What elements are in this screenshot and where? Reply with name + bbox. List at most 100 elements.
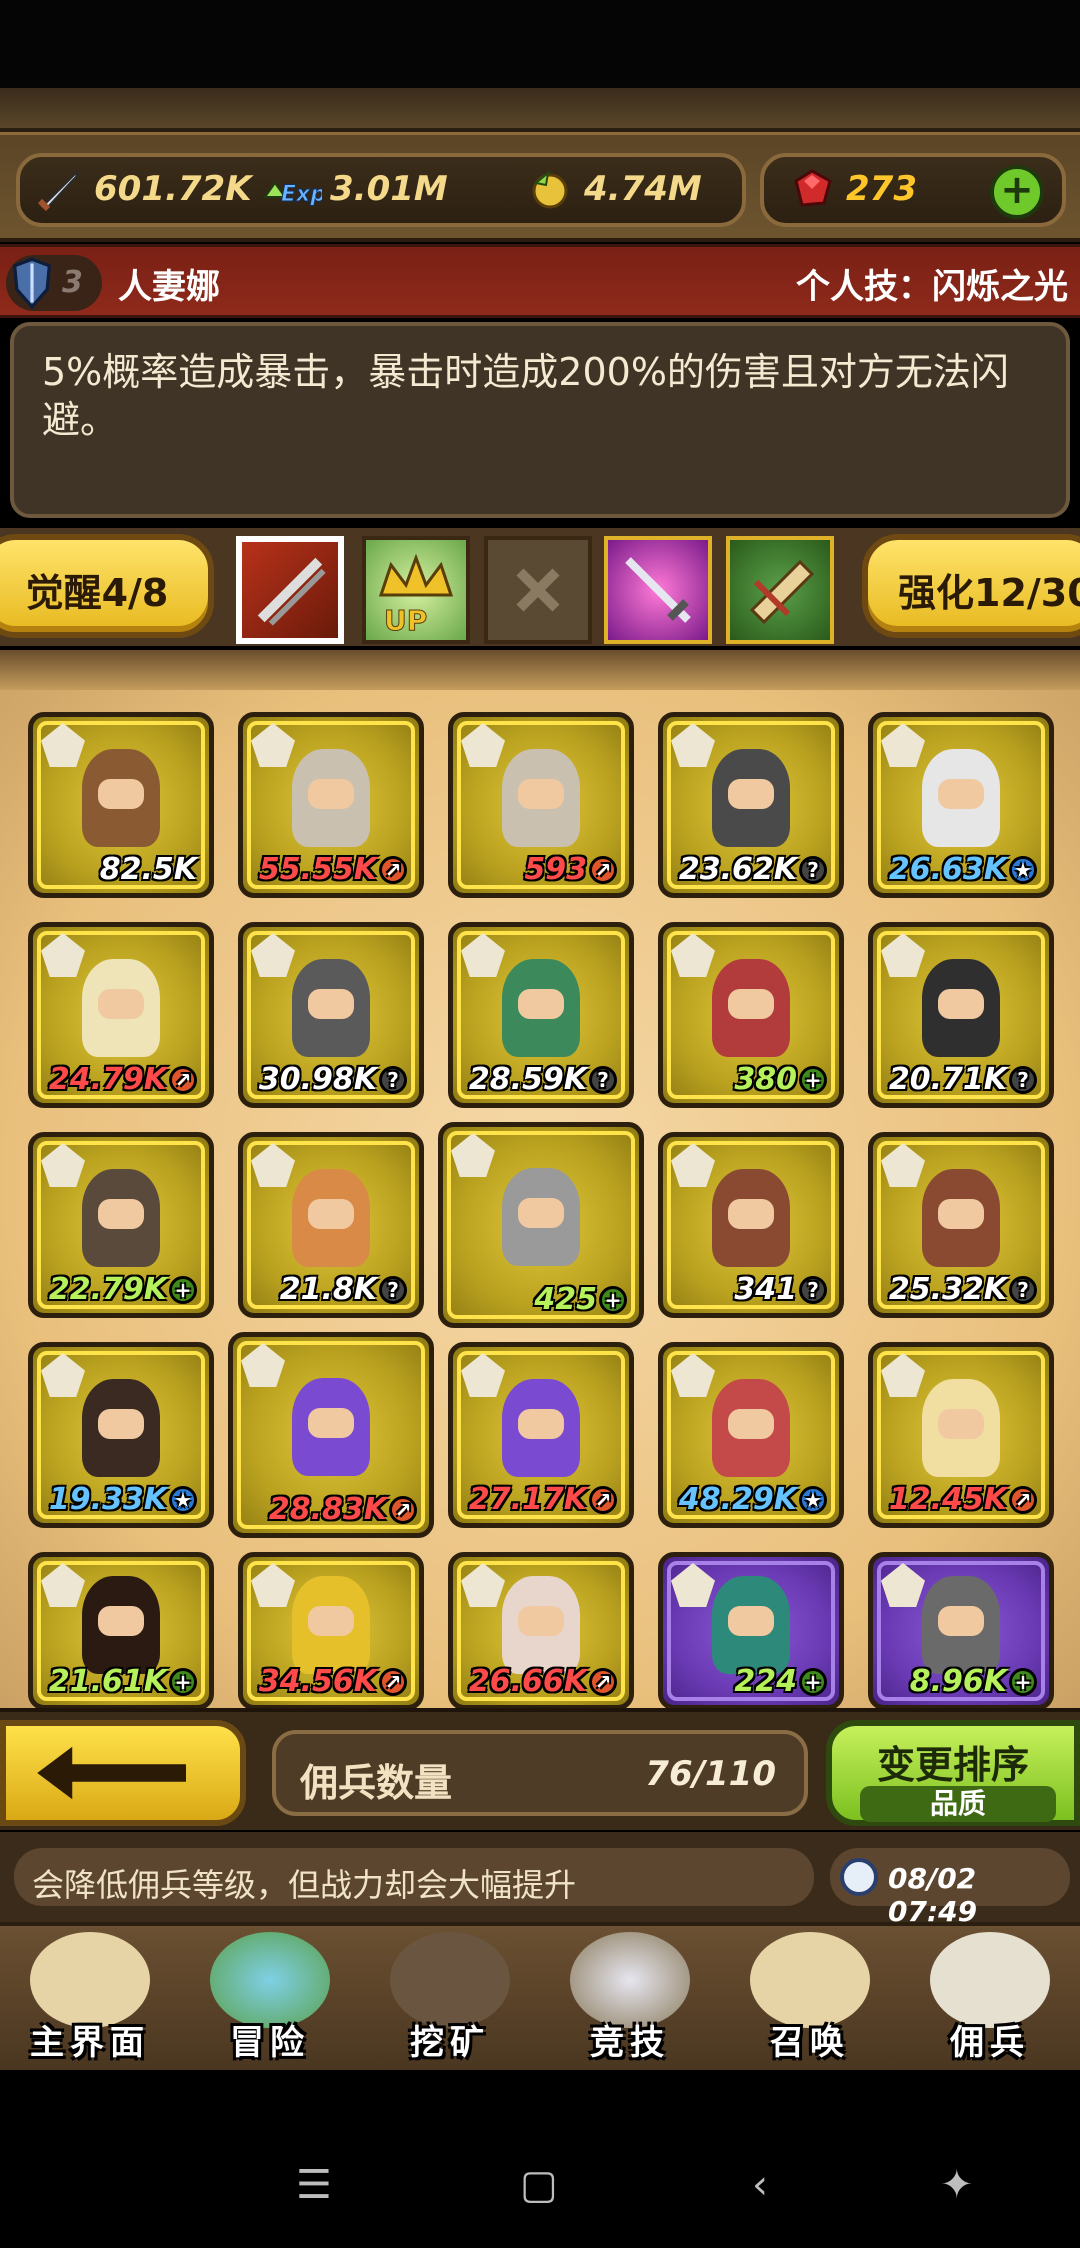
hero-power-value: 26.66K xyxy=(468,1664,587,1699)
hero-card[interactable]: 224 + xyxy=(658,1552,844,1710)
hero-card[interactable]: 12.45K ↗ xyxy=(868,1342,1054,1528)
hero-card[interactable]: 28.83K ↗ xyxy=(228,1332,434,1538)
hero-power: 425 + xyxy=(534,1282,627,1317)
hero-power: 23.62K? xyxy=(679,852,827,887)
hero-card[interactable]: 425 + xyxy=(438,1122,644,1328)
status-badge-icon: ↗ xyxy=(379,855,407,884)
hero-card[interactable]: 341? xyxy=(658,1132,844,1318)
hero-power: 25.32K? xyxy=(889,1272,1037,1307)
hero-card[interactable]: 25.32K? xyxy=(868,1132,1054,1318)
datetime-text: 08/02 07:49 xyxy=(888,1862,978,1928)
map-scroll-icon xyxy=(30,1932,150,2028)
status-badge-icon: ? xyxy=(379,1275,407,1304)
hero-card[interactable]: 8.96K + xyxy=(868,1552,1054,1710)
status-badge-icon: ? xyxy=(1009,1065,1037,1094)
hero-card[interactable]: 34.56K ↗ xyxy=(238,1552,424,1710)
nav-main[interactable]: 主界面 xyxy=(0,1926,180,2074)
nav-mercenary[interactable]: 佣兵 xyxy=(900,1926,1080,2074)
hero-card[interactable]: 48.29K ★ xyxy=(658,1342,844,1528)
hero-power: 30.98K? xyxy=(259,1062,407,1097)
add-gems-button[interactable]: + xyxy=(990,165,1044,219)
hero-grid: 82.5K 55.55K ↗ 593 ↗ 23.62K? 26.63K ★ 24.79K ↗ 30.… xyxy=(0,650,1080,1710)
status-badge-icon: ? xyxy=(379,1065,407,1094)
hero-avatar xyxy=(502,1378,580,1477)
hero-avatar xyxy=(82,748,160,847)
hero-avatar xyxy=(82,1168,160,1267)
hero-card[interactable]: 19.33K ★ xyxy=(28,1342,214,1528)
accessibility-icon[interactable]: ✦ xyxy=(940,2162,974,2208)
top-wood-border xyxy=(0,88,1080,132)
menu-icon[interactable]: ☰ xyxy=(296,2162,332,2208)
status-badge-icon: ? xyxy=(799,1275,827,1304)
hero-card[interactable]: 22.79K + xyxy=(28,1132,214,1318)
crossed-swords-icon xyxy=(570,1932,690,2028)
skill-scroll[interactable] xyxy=(726,536,834,644)
hero-power-value: 380 xyxy=(734,1062,797,1097)
hero-power: 48.29K ★ xyxy=(679,1482,827,1517)
hero-card[interactable]: 28.59K? xyxy=(448,922,634,1108)
home-icon[interactable]: ▢ xyxy=(520,2162,558,2208)
skill-level-up[interactable]: UP xyxy=(362,536,470,644)
hero-card[interactable]: 593 ↗ xyxy=(448,712,634,898)
status-badge-icon: ★ xyxy=(799,1485,827,1514)
hero-card[interactable]: 26.63K ★ xyxy=(868,712,1054,898)
rank-value: 3 xyxy=(62,265,83,300)
hero-card[interactable]: 30.98K? xyxy=(238,922,424,1108)
hero-avatar xyxy=(712,1378,790,1477)
resource-bar: 601.72K Exp 3.01M 4.74M 273 + xyxy=(0,132,1080,242)
rank-badge: 3 xyxy=(6,255,102,311)
hero-card[interactable]: 23.62K? xyxy=(658,712,844,898)
skill-empty-slot[interactable] xyxy=(484,536,592,644)
status-badge-icon: ? xyxy=(589,1065,617,1094)
hero-avatar xyxy=(82,1576,160,1675)
slash-icon xyxy=(257,557,326,626)
hero-power: 55.55K ↗ xyxy=(259,852,407,887)
status-badge-icon: + xyxy=(169,1275,197,1304)
hero-card[interactable]: 27.17K ↗ xyxy=(448,1342,634,1528)
change-sort-button[interactable]: 变更排序 品质 xyxy=(826,1720,1080,1826)
hero-power-value: 34.56K xyxy=(258,1664,377,1699)
ruby-icon xyxy=(794,169,832,207)
hero-avatar xyxy=(922,958,1000,1057)
hero-avatar xyxy=(502,958,580,1057)
hero-card[interactable]: 82.5K xyxy=(28,712,214,898)
hero-card[interactable]: 20.71K? xyxy=(868,922,1054,1108)
hero-card[interactable]: 21.8K? xyxy=(238,1132,424,1318)
hero-avatar xyxy=(292,1576,370,1675)
nav-adventure[interactable]: 冒险 xyxy=(180,1926,360,2074)
nav-summon-label: 召唤 xyxy=(770,2023,850,2063)
clock-pill: 08/02 07:49 xyxy=(830,1848,1070,1928)
hero-avatar xyxy=(712,958,790,1057)
nav-mine[interactable]: 挖矿 xyxy=(360,1926,540,2074)
awaken-button[interactable]: 觉醒4/8 xyxy=(0,534,214,638)
skill-slash[interactable] xyxy=(236,536,344,644)
hero-card[interactable]: 21.61K + xyxy=(28,1552,214,1710)
hero-power-value: 28.59K xyxy=(468,1062,587,1097)
enhance-button[interactable]: 强化12/30 xyxy=(862,534,1080,638)
hero-power: 27.17K ↗ xyxy=(469,1482,617,1517)
nav-adventure-label: 冒险 xyxy=(230,2023,310,2063)
nav-arena[interactable]: 竞技 xyxy=(540,1926,720,2074)
hero-avatar xyxy=(292,958,370,1057)
hero-power-value: 23.62K xyxy=(678,852,797,887)
clock-icon xyxy=(840,1858,878,1896)
hero-card[interactable]: 24.79K ↗ xyxy=(28,922,214,1108)
hero-avatar xyxy=(922,1168,1000,1267)
hero-avatar xyxy=(922,1378,1000,1477)
back-icon[interactable]: ‹ xyxy=(752,2162,768,2208)
back-button[interactable] xyxy=(0,1720,246,1826)
hero-power-value: 21.61K xyxy=(48,1664,167,1699)
hero-card[interactable]: 380 + xyxy=(658,922,844,1108)
hero-avatar xyxy=(922,1576,1000,1675)
skill-sword[interactable] xyxy=(604,536,712,644)
nav-arena-label: 竞技 xyxy=(590,2023,670,2063)
hero-card[interactable]: 26.66K ↗ xyxy=(448,1552,634,1710)
nav-summon[interactable]: 召唤 xyxy=(720,1926,900,2074)
exp-resource: Exp 3.01M xyxy=(252,163,448,215)
status-badge-icon: + xyxy=(169,1667,197,1696)
hero-power-value: 82.5K xyxy=(99,852,197,887)
hero-power: 21.61K + xyxy=(49,1664,197,1699)
hero-card[interactable]: 55.55K ↗ xyxy=(238,712,424,898)
hero-power: 593 ↗ xyxy=(524,852,617,887)
hero-power-value: 425 xyxy=(534,1282,597,1317)
